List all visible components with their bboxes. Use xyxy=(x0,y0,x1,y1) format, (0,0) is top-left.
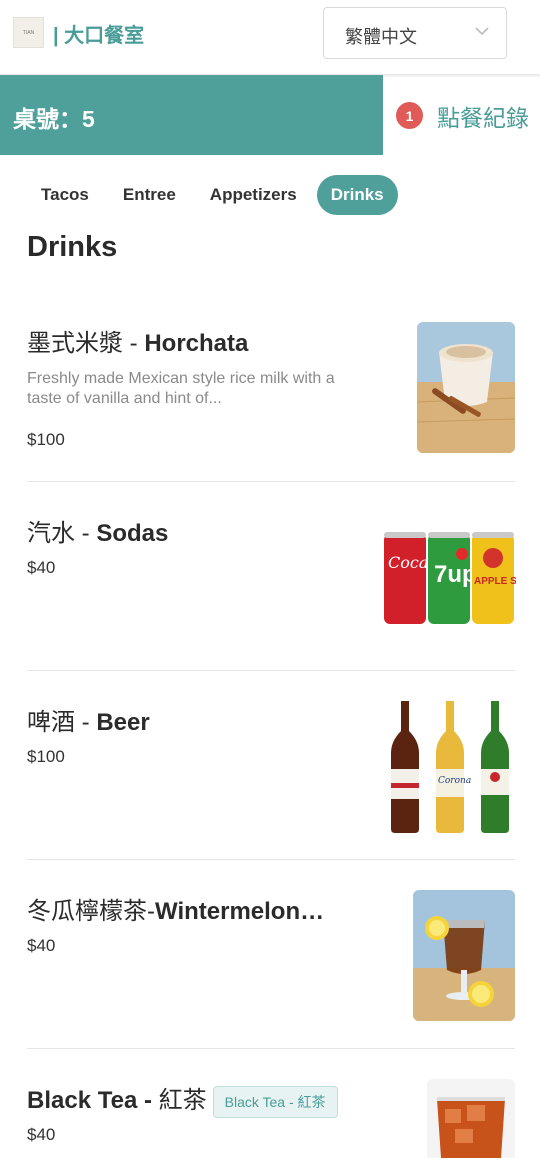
wintermelon-tea-image xyxy=(413,890,515,1021)
tab-appetizers[interactable]: Appetizers xyxy=(196,175,311,215)
svg-text:Corona: Corona xyxy=(438,776,471,786)
svg-text:7up: 7up xyxy=(434,561,477,588)
menu-item-black-tea[interactable]: Black Tea - 紅茶 Black Tea - 紅茶 $40 xyxy=(27,1077,515,1158)
item-description: Freshly made Mexican style rice milk wit… xyxy=(27,370,335,407)
item-name: 冬瓜檸檬茶-Wintermelon… xyxy=(27,898,325,925)
tab-tacos[interactable]: Tacos xyxy=(27,175,103,215)
beer-image: Corona xyxy=(385,699,515,833)
order-count-badge[interactable]: 1 xyxy=(396,102,423,129)
item-tag: Black Tea - 紅茶 xyxy=(212,1085,338,1118)
order-history-link[interactable]: 點餐紀錄 xyxy=(437,99,529,133)
svg-text:APPLE SIDRA: APPLE SIDRA xyxy=(474,576,516,587)
item-divider xyxy=(27,859,515,860)
language-value: 繁體中文 xyxy=(345,27,417,47)
top-bar: TIAN | 大口餐室 繁體中文 xyxy=(0,0,540,75)
item-divider xyxy=(27,481,515,482)
horchata-image xyxy=(417,322,515,453)
menu-item-wintermelon[interactable]: 冬瓜檸檬茶-Wintermelon… $40 xyxy=(27,888,515,1048)
item-name: 墨式米漿 - Horchata xyxy=(27,330,249,357)
item-divider xyxy=(27,670,515,671)
chevron-down-icon xyxy=(475,27,489,36)
item-price: $40 xyxy=(27,936,56,955)
tab-entree[interactable]: Entree xyxy=(109,175,190,215)
language-select[interactable]: 繁體中文 xyxy=(323,7,507,59)
item-name: 啤酒 - Beer xyxy=(27,709,150,736)
logo[interactable]: TIAN xyxy=(13,17,44,48)
section-title: Drinks xyxy=(27,231,118,263)
category-tabs: Tacos Entree Appetizers Drinks xyxy=(27,175,404,215)
table-number-bar: 桌號：5 xyxy=(0,75,383,155)
menu-item-sodas[interactable]: 汽水 - Sodas $40 Coca 7up APPLE SIDRA xyxy=(27,510,516,670)
menu-item-beer[interactable]: 啤酒 - Beer $100 Corona xyxy=(27,699,515,859)
svg-text:Coca: Coca xyxy=(388,553,428,572)
item-name: 汽水 - Sodas xyxy=(27,520,169,547)
item-price: $100 xyxy=(27,747,65,766)
logo-text: TIAN xyxy=(22,29,35,36)
item-divider xyxy=(27,1048,515,1049)
menu-item-horchata[interactable]: 墨式米漿 - Horchata Freshly made Mexican sty… xyxy=(27,320,515,480)
item-name: Black Tea - 紅茶 Black Tea - 紅茶 xyxy=(27,1080,338,1118)
brand-name: | 大口餐室 xyxy=(53,25,145,47)
sodas-image: Coca 7up APPLE SIDRA xyxy=(382,528,516,626)
tab-drinks[interactable]: Drinks xyxy=(316,175,398,215)
black-tea-image xyxy=(427,1079,515,1158)
item-price: $40 xyxy=(27,1125,56,1144)
table-number: 桌號：5 xyxy=(13,106,95,132)
item-price: $100 xyxy=(27,430,65,449)
item-price: $40 xyxy=(27,558,56,577)
